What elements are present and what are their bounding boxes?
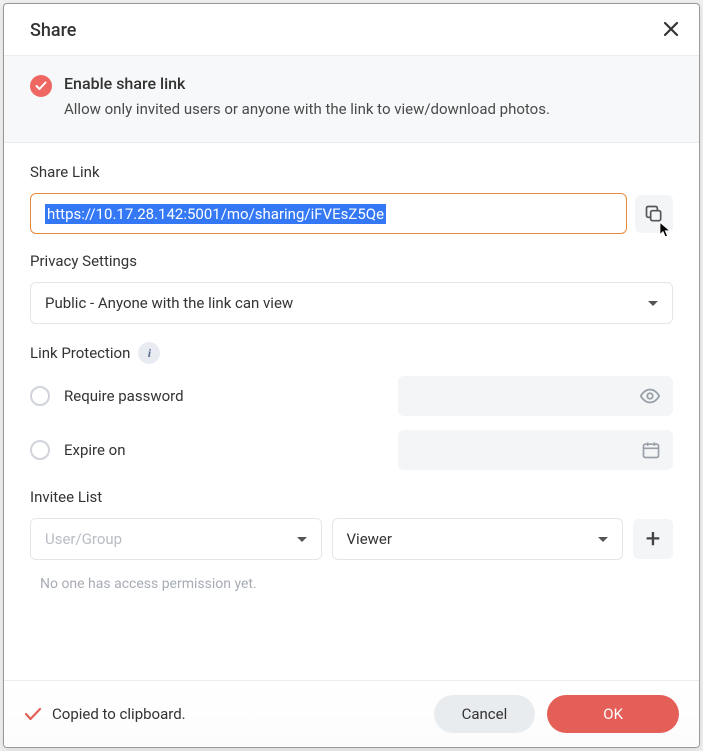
copy-button[interactable]	[635, 195, 673, 233]
enable-share-description: Allow only invited users or anyone with …	[64, 99, 550, 120]
enable-share-section: Enable share link Allow only invited use…	[4, 55, 699, 143]
chevron-down-icon	[598, 537, 608, 542]
check-icon	[24, 707, 42, 721]
share-link-value: https://10.17.28.142:5001/mo/sharing/iFV…	[45, 204, 386, 224]
modal-body: Share Link https://10.17.28.142:5001/mo/…	[4, 143, 699, 680]
chevron-down-icon	[297, 537, 307, 542]
user-group-placeholder: User/Group	[45, 530, 122, 548]
modal-footer: Copied to clipboard. Cancel OK	[4, 680, 699, 747]
privacy-select[interactable]: Public - Anyone with the link can view	[30, 282, 673, 324]
expire-on-label: Expire on	[64, 441, 384, 459]
user-group-select[interactable]: User/Group	[30, 518, 322, 560]
share-modal: Share Enable share link Allow only invit…	[3, 3, 700, 748]
modal-title: Share	[30, 20, 76, 41]
share-link-label: Share Link	[30, 163, 673, 181]
share-link-input[interactable]: https://10.17.28.142:5001/mo/sharing/iFV…	[30, 193, 627, 234]
info-icon[interactable]: i	[138, 342, 160, 364]
expire-on-radio[interactable]	[30, 440, 50, 460]
chevron-down-icon	[648, 301, 658, 306]
close-icon[interactable]	[663, 21, 679, 41]
privacy-label: Privacy Settings	[30, 252, 673, 270]
toast-message: Copied to clipboard.	[24, 705, 186, 723]
role-selected: Viewer	[347, 530, 392, 548]
require-password-radio[interactable]	[30, 386, 50, 406]
invitee-list-label: Invitee List	[30, 488, 673, 506]
expire-date-input[interactable]	[398, 430, 673, 470]
password-input[interactable]	[398, 376, 673, 416]
check-icon[interactable]	[30, 75, 52, 97]
enable-share-title: Enable share link	[64, 74, 550, 93]
modal-header: Share	[4, 4, 699, 55]
link-protection-label: Link Protection i	[30, 342, 673, 364]
role-select[interactable]: Viewer	[332, 518, 624, 560]
calendar-icon	[641, 440, 661, 460]
invitee-empty-message: No one has access permission yet.	[30, 574, 673, 602]
ok-button[interactable]: OK	[547, 695, 679, 733]
cancel-button[interactable]: Cancel	[434, 695, 536, 733]
copy-icon	[644, 204, 664, 224]
eye-icon	[639, 385, 661, 407]
add-invitee-button[interactable]: +	[633, 519, 673, 559]
privacy-selected: Public - Anyone with the link can view	[45, 294, 293, 312]
require-password-label: Require password	[64, 387, 384, 405]
plus-icon: +	[646, 526, 661, 552]
